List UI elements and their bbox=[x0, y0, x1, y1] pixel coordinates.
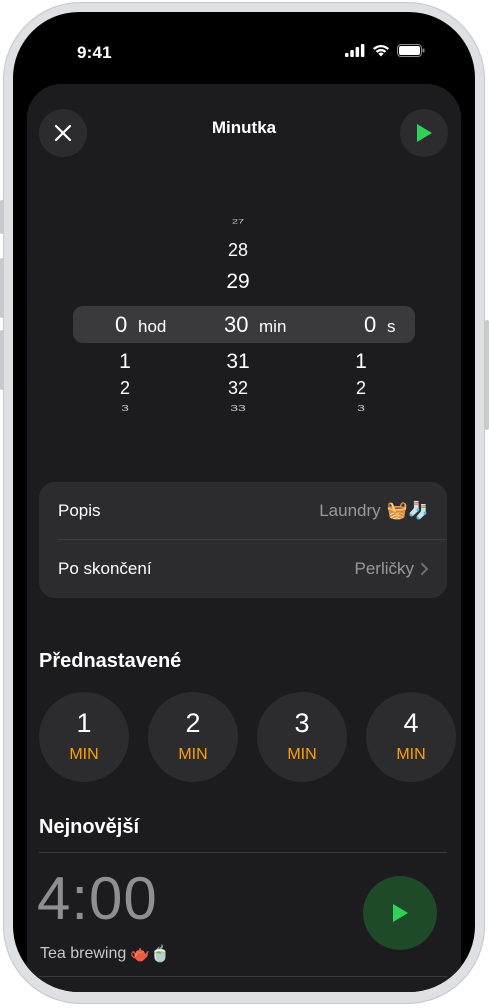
time-picker[interactable]: 27 28 29 0 hod 30 min 0 s 1 2 3 31 32 33… bbox=[27, 204, 461, 424]
when-done-value-wrap: Perličky bbox=[354, 559, 429, 579]
description-emoji: 🧺🧦 bbox=[386, 501, 429, 520]
picker-seconds-unit: s bbox=[387, 317, 396, 336]
recent-timer-play-button[interactable] bbox=[363, 876, 437, 950]
status-icons bbox=[345, 44, 425, 57]
picker-minutes-below: 31 bbox=[226, 350, 250, 373]
timer-sheet: Minutka 27 28 29 0 hod 30 min 0 s 1 2 3 bbox=[27, 84, 461, 992]
preset-value: 2 bbox=[185, 708, 201, 738]
picker-seconds-below: 1 bbox=[355, 350, 367, 373]
picker-minutes-selected: 30 bbox=[224, 312, 249, 337]
preset-value: 4 bbox=[403, 708, 419, 738]
side-button-right bbox=[485, 320, 489, 430]
picker-hours-unit: hod bbox=[138, 317, 167, 336]
picker-hours-below: 1 bbox=[119, 350, 131, 373]
when-done-label: Po skončení bbox=[58, 559, 152, 578]
side-button-left-3 bbox=[0, 330, 4, 390]
recent-timer-label: Tea brewing bbox=[40, 945, 127, 962]
description-value: Laundry bbox=[319, 501, 381, 520]
when-done-row[interactable]: Po skončení Perličky bbox=[39, 540, 447, 598]
wifi-icon bbox=[373, 45, 389, 57]
play-icon bbox=[393, 904, 408, 922]
preset-button-2[interactable]: 2 MIN bbox=[148, 692, 238, 782]
when-done-value: Perličky bbox=[354, 559, 414, 578]
preset-unit: MIN bbox=[396, 746, 426, 763]
phone-screen: 9:41 Minutka 27 28 29 0 hod 30 min 0 s 1… bbox=[13, 12, 475, 992]
picker-hours-below: 3 bbox=[121, 403, 129, 413]
presets-title: Přednastavené bbox=[39, 650, 182, 672]
side-button-left-2 bbox=[0, 258, 4, 318]
preset-value: 3 bbox=[294, 708, 310, 738]
preset-button-1[interactable]: 1 MIN bbox=[39, 692, 129, 782]
chevron-right-icon bbox=[421, 563, 428, 575]
preset-button-3[interactable]: 3 MIN bbox=[257, 692, 347, 782]
recent-title: Nejnovější bbox=[39, 816, 140, 838]
page-title: Minutka bbox=[211, 118, 277, 137]
recent-divider-bottom bbox=[39, 976, 447, 977]
picker-hours-below: 2 bbox=[119, 378, 130, 398]
picker-minutes-above: 27 bbox=[231, 218, 245, 226]
battery-icon bbox=[397, 44, 425, 57]
recent-timer-label-wrap: Tea brewing 🫖🍵 bbox=[40, 944, 170, 964]
picker-minutes-below: 33 bbox=[230, 403, 246, 413]
status-bar: 9:41 bbox=[13, 12, 475, 82]
picker-minutes-above: 29 bbox=[226, 270, 250, 293]
picker-minutes-above: 28 bbox=[227, 240, 249, 260]
preset-value: 1 bbox=[76, 708, 92, 738]
status-time: 9:41 bbox=[77, 43, 112, 62]
signal-icon bbox=[345, 44, 365, 57]
picker-hours-selected: 0 bbox=[115, 312, 128, 337]
preset-button-4[interactable]: 4 MIN bbox=[366, 692, 456, 782]
description-row[interactable]: Popis Laundry 🧺🧦 bbox=[39, 482, 447, 540]
picker-minutes-unit: min bbox=[259, 317, 287, 336]
description-label: Popis bbox=[58, 501, 101, 520]
timer-settings-group: Popis Laundry 🧺🧦 Po skončení Perličky bbox=[39, 482, 447, 598]
side-button-left-1 bbox=[0, 200, 4, 234]
picker-seconds-below: 2 bbox=[355, 378, 366, 398]
picker-seconds-selected: 0 bbox=[364, 312, 377, 337]
preset-unit: MIN bbox=[287, 746, 317, 763]
picker-minutes-below: 32 bbox=[227, 378, 249, 398]
recent-divider-top bbox=[39, 852, 447, 853]
description-value-wrap: Laundry 🧺🧦 bbox=[319, 501, 429, 521]
picker-seconds-below: 3 bbox=[357, 403, 365, 413]
play-icon bbox=[417, 124, 432, 142]
preset-unit: MIN bbox=[69, 746, 99, 763]
recent-timer-emoji: 🫖🍵 bbox=[130, 946, 171, 963]
recent-timer-time: 4:00 bbox=[37, 865, 158, 932]
start-button[interactable] bbox=[400, 109, 448, 157]
preset-unit: MIN bbox=[178, 746, 208, 763]
